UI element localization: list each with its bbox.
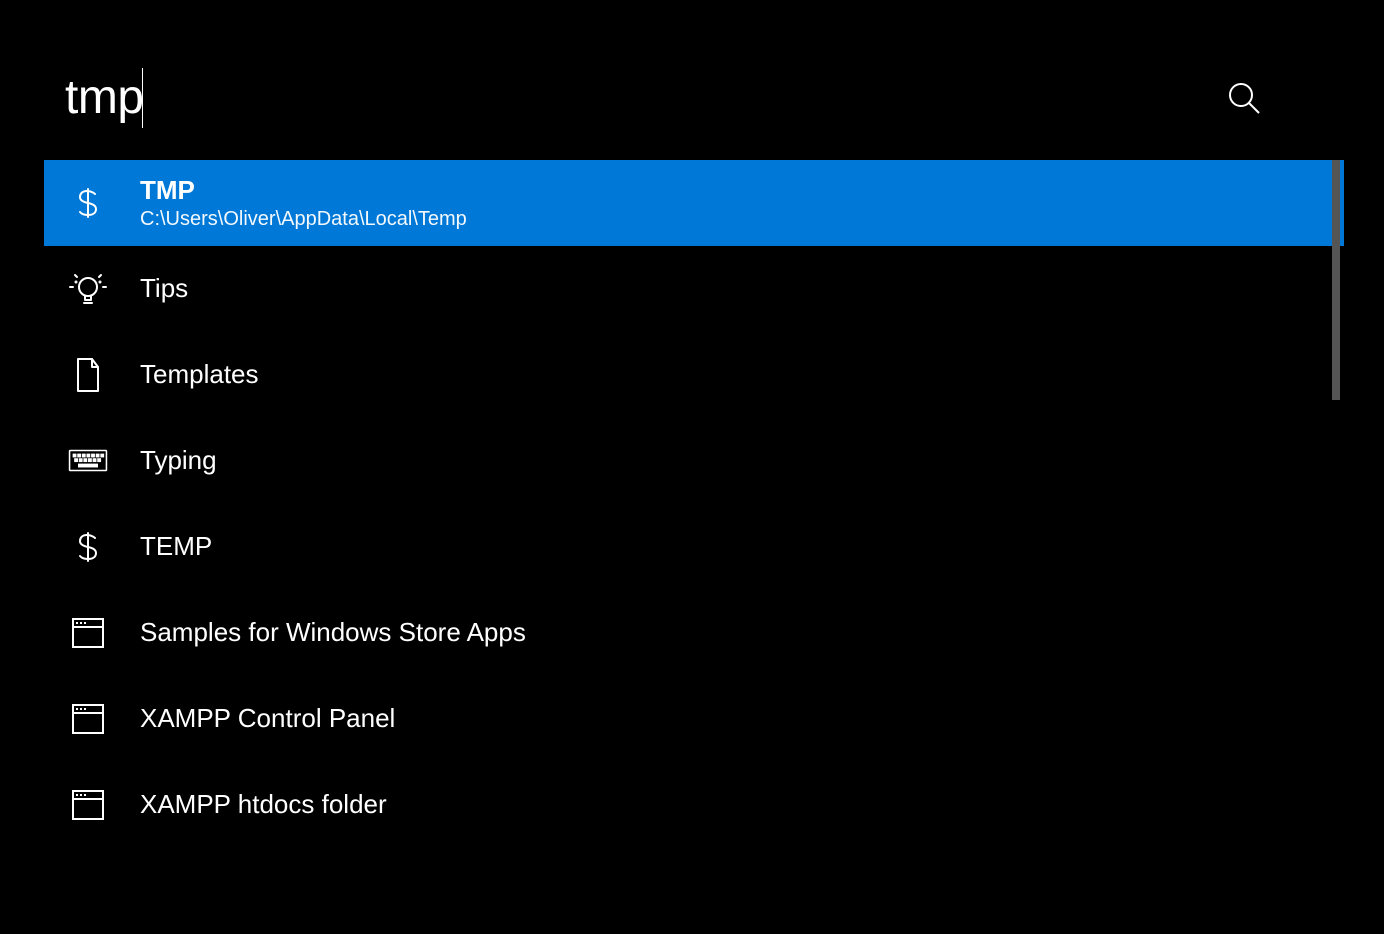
result-item[interactable]: TEMP <box>44 504 1344 590</box>
result-item[interactable]: Samples for Windows Store Apps <box>44 590 1344 676</box>
result-title: Tips <box>140 273 188 304</box>
result-title: TMP <box>140 175 467 206</box>
search-input-wrap[interactable]: tmp <box>65 68 1226 128</box>
result-text: Typing <box>140 445 217 476</box>
file-icon <box>68 355 108 395</box>
text-cursor <box>142 68 143 128</box>
result-title: XAMPP Control Panel <box>140 703 395 734</box>
window-icon <box>68 699 108 739</box>
window-icon <box>68 785 108 825</box>
result-text: XAMPP Control Panel <box>140 703 395 734</box>
result-text: TEMP <box>140 531 212 562</box>
result-text: XAMPP htdocs folder <box>140 789 387 820</box>
result-text: TMPC:\Users\Oliver\AppData\Local\Temp <box>140 175 467 231</box>
result-title: TEMP <box>140 531 212 562</box>
results-list: TMPC:\Users\Oliver\AppData\Local\Temp Ti… <box>44 160 1344 934</box>
dollar-icon <box>68 183 108 223</box>
result-item[interactable]: XAMPP Control Panel <box>44 676 1344 762</box>
scrollbar-track[interactable] <box>1332 160 1340 860</box>
result-text: Samples for Windows Store Apps <box>140 617 526 648</box>
result-item[interactable]: Typing <box>44 418 1344 504</box>
search-query-text: tmp <box>65 70 144 125</box>
result-item[interactable]: Tips <box>44 246 1344 332</box>
result-item[interactable]: TMPC:\Users\Oliver\AppData\Local\Temp <box>44 160 1344 246</box>
search-bar: tmp <box>0 0 1384 160</box>
lightbulb-icon <box>68 269 108 309</box>
result-text: Tips <box>140 273 188 304</box>
dollar-icon <box>68 527 108 567</box>
result-title: Typing <box>140 445 217 476</box>
result-item[interactable]: XAMPP htdocs folder <box>44 762 1344 848</box>
search-panel: tmp TMPC:\Users\Oliver\AppData\Local\Tem… <box>0 0 1384 934</box>
result-text: Templates <box>140 359 259 390</box>
result-title: Templates <box>140 359 259 390</box>
result-subtitle: C:\Users\Oliver\AppData\Local\Temp <box>140 208 467 231</box>
result-title: Samples for Windows Store Apps <box>140 617 526 648</box>
scrollbar-thumb[interactable] <box>1332 160 1340 400</box>
keyboard-icon <box>68 441 108 481</box>
search-icon[interactable] <box>1226 80 1262 116</box>
window-icon <box>68 613 108 653</box>
result-item[interactable]: Templates <box>44 332 1344 418</box>
result-title: XAMPP htdocs folder <box>140 789 387 820</box>
